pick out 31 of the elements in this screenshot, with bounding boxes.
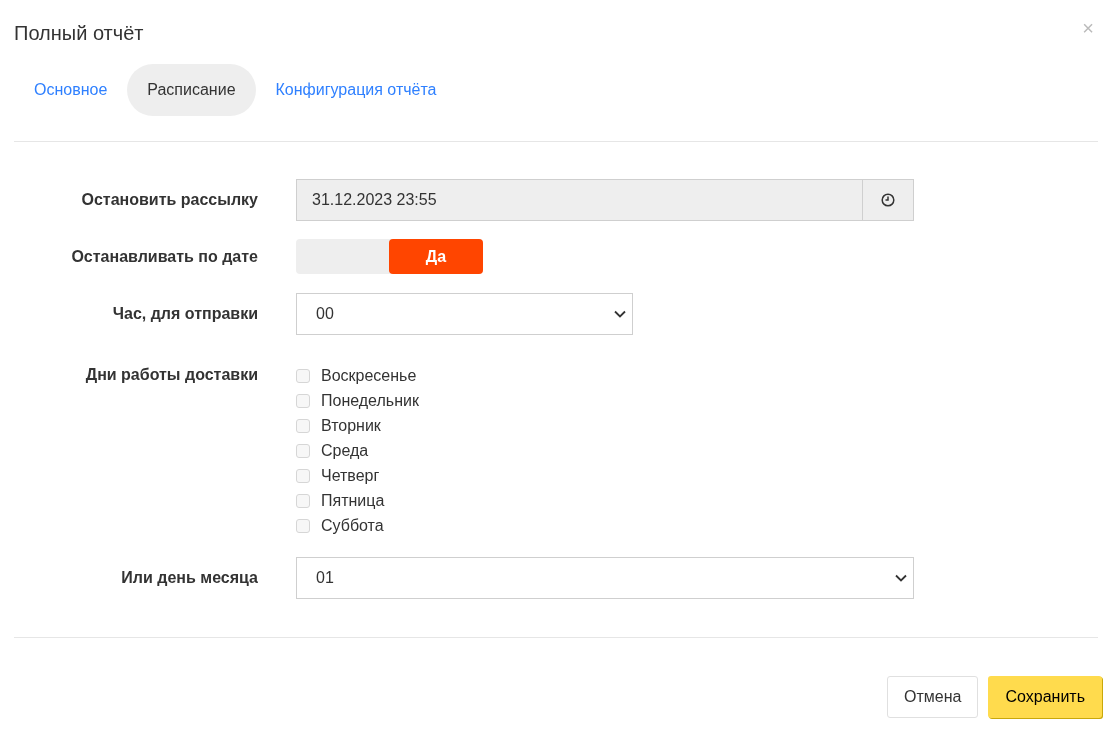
checkbox-label: Пятница: [321, 490, 385, 511]
month-day-select[interactable]: 01: [296, 557, 914, 599]
checkbox[interactable]: [296, 418, 310, 433]
tab[interactable]: Конфигурация отчёта: [255, 64, 457, 116]
checkbox-label: Воскресенье: [321, 365, 417, 386]
datetime-field[interactable]: 31.12.2023 23:55: [296, 179, 914, 221]
checkbox[interactable]: [296, 518, 310, 533]
clock-icon: [881, 193, 895, 207]
cancel-button[interactable]: Отмена: [887, 676, 979, 718]
checkbox[interactable]: [296, 493, 310, 508]
chevron-down-icon: [614, 310, 626, 318]
tab[interactable]: Расписание: [127, 64, 256, 116]
tab[interactable]: Основное: [14, 64, 128, 116]
field-label: Час, для отправки: [112, 305, 258, 322]
checkbox-label: Вторник: [321, 415, 381, 436]
field-label: Остановить рассылку: [81, 191, 258, 208]
dialog-title: Полный отчёт: [14, 21, 144, 46]
chevron-down-icon: [895, 574, 907, 582]
checkbox[interactable]: [296, 468, 310, 483]
checkbox-label: Четверг: [321, 465, 380, 486]
checkbox-label: Понедельник: [321, 390, 419, 411]
field-label: Или день месяца: [121, 569, 258, 586]
checkbox[interactable]: [296, 443, 310, 458]
hour-select[interactable]: 00: [296, 293, 633, 335]
checkbox[interactable]: [296, 393, 310, 408]
save-button[interactable]: Сохранить: [988, 676, 1102, 718]
checkbox-label: Среда: [321, 440, 369, 461]
checkbox-label: Суббота: [321, 515, 384, 536]
checkbox[interactable]: [296, 368, 310, 383]
field-label: Дни работы доставки: [85, 366, 258, 383]
field-label: Останавливать по дате: [71, 247, 258, 265]
